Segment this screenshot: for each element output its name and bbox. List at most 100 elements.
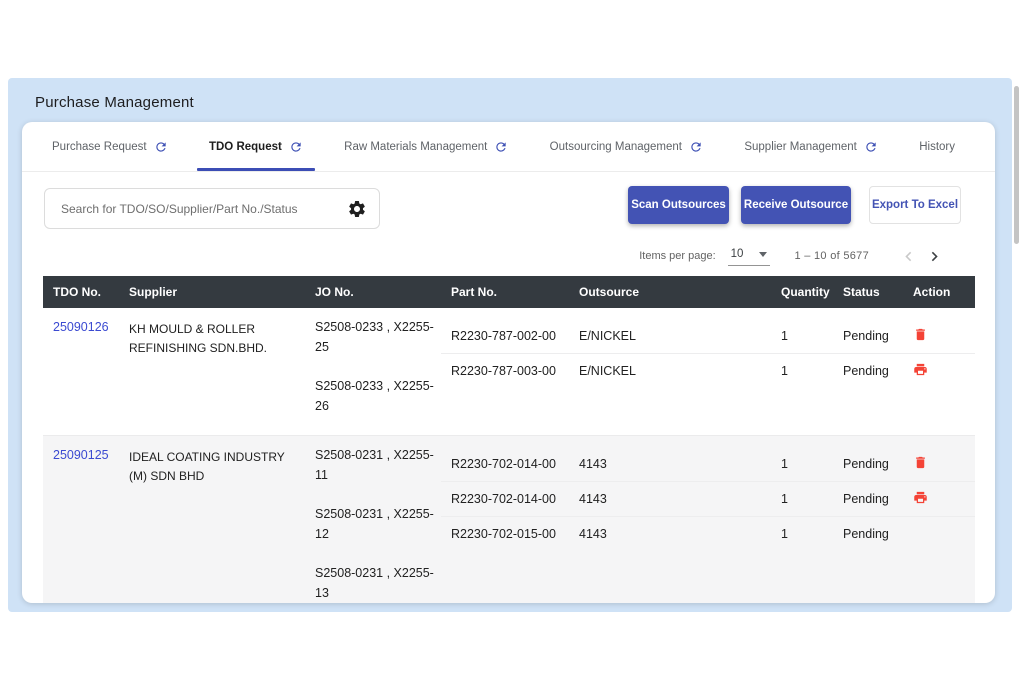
jo-no-entry: S2508-0231 , X2255-11	[315, 448, 434, 482]
items-per-page-value: 10	[730, 248, 744, 260]
content-card: Purchase Request TDO Request Raw Materia…	[22, 122, 995, 603]
action-cell	[897, 454, 975, 473]
jo-no-cell: S2508-0233 , X2255-25 S2508-0233 , X2255-…	[307, 308, 441, 435]
part-no-cell: R2230-702-014-00	[451, 456, 556, 471]
page-title: Purchase Management	[35, 94, 194, 111]
table-row: 25090126 KH MOULD & ROLLER REFINISHING S…	[43, 308, 975, 435]
column-header-tdo-no: TDO No.	[53, 285, 101, 299]
pagination: Items per page: 10 1 – 10 of 5677	[639, 243, 947, 269]
refresh-icon[interactable]	[689, 140, 703, 154]
part-row: R2230-787-003-00 E/NICKEL 1 Pending	[441, 353, 975, 388]
column-header-part-no: Part No.	[451, 285, 498, 299]
action-cell	[897, 362, 975, 381]
status-cell: Pending	[843, 527, 889, 541]
delete-icon[interactable]	[913, 326, 929, 342]
table-body: 25090126 KH MOULD & ROLLER REFINISHING S…	[43, 308, 975, 603]
chevron-right-icon[interactable]	[921, 243, 947, 269]
part-row: R2230-702-014-00 4143 1 Pending	[441, 481, 975, 516]
search-input[interactable]	[45, 189, 340, 228]
quantity-cell: 1	[781, 456, 788, 471]
tab-purchase-request[interactable]: Purchase Request	[52, 122, 168, 171]
jo-no-entry: S2508-0233 , X2255-25	[315, 320, 434, 354]
tab-bar: Purchase Request TDO Request Raw Materia…	[22, 122, 995, 172]
delete-icon[interactable]	[913, 454, 929, 470]
tdo-no-link[interactable]: 25090125	[53, 448, 109, 462]
status-cell: Pending	[843, 492, 889, 506]
column-header-quantity: Quantity	[781, 285, 830, 299]
column-header-supplier: Supplier	[129, 285, 178, 299]
active-tab-indicator	[196, 168, 315, 171]
tab-label: TDO Request	[208, 140, 282, 153]
refresh-icon[interactable]	[154, 140, 168, 154]
outsource-cell: 4143	[579, 456, 607, 471]
items-per-page-select[interactable]: 10	[727, 246, 771, 266]
vertical-scrollbar-thumb[interactable]	[1014, 86, 1019, 244]
status-cell: Pending	[843, 328, 889, 343]
column-header-status: Status	[843, 285, 880, 299]
tab-raw-materials-management[interactable]: Raw Materials Management	[344, 122, 508, 171]
part-row: R2230-787-002-00 E/NICKEL 1 Pending	[441, 318, 975, 353]
table-row: 25090125 IDEAL COATING INDUSTRY (M) SDN …	[43, 435, 975, 603]
column-header-action: Action	[913, 285, 951, 299]
supplier-cell: KH MOULD & ROLLER REFINISHING SDN.BHD.	[121, 308, 307, 435]
jo-no-entry: S2508-0233 , X2255-26	[315, 379, 434, 413]
app-window: Purchase Management Purchase Request TDO…	[0, 0, 1024, 683]
jo-no-entry: S2508-0231 , X2255-13	[315, 566, 434, 600]
app-background: Purchase Management Purchase Request TDO…	[8, 78, 1012, 612]
scan-outsources-button[interactable]: Scan Outsources	[628, 186, 729, 224]
export-to-excel-button[interactable]: Export To Excel	[869, 186, 961, 224]
tab-label: Supplier Management	[744, 140, 857, 153]
part-no-cell: R2230-787-002-00	[451, 328, 556, 343]
tdo-no-link[interactable]: 25090126	[53, 320, 109, 334]
refresh-icon[interactable]	[864, 140, 878, 154]
tab-label: Purchase Request	[52, 140, 147, 153]
outsource-cell: 4143	[579, 492, 607, 506]
quantity-cell: 1	[781, 527, 788, 541]
tdo-no-cell: 25090125	[43, 436, 121, 603]
supplier-name: KH MOULD & ROLLER REFINISHING SDN.BHD.	[129, 322, 268, 356]
outsource-cell: E/NICKEL	[579, 364, 636, 378]
parts-group: R2230-787-002-00 E/NICKEL 1 Pending R223…	[441, 308, 975, 435]
part-no-cell: R2230-787-003-00	[451, 364, 556, 378]
action-cell	[897, 490, 975, 509]
caret-down-icon	[759, 251, 768, 257]
parts-group: R2230-702-014-00 4143 1 Pending R2230-70…	[441, 436, 975, 603]
refresh-icon[interactable]	[494, 140, 508, 154]
column-header-outsource: Outsource	[579, 285, 640, 299]
search-box	[44, 188, 380, 229]
print-icon[interactable]	[913, 490, 929, 506]
jo-no-entry: S2508-0231 , X2255-12	[315, 507, 434, 541]
supplier-cell: IDEAL COATING INDUSTRY (M) SDN BHD	[121, 436, 307, 603]
tab-history[interactable]: History	[919, 122, 955, 171]
tab-outsourcing-management[interactable]: Outsourcing Management	[550, 122, 703, 171]
status-cell: Pending	[843, 456, 889, 471]
quantity-cell: 1	[781, 364, 788, 378]
receive-outsource-button[interactable]: Receive Outsource	[741, 186, 851, 224]
tab-label: Outsourcing Management	[549, 140, 682, 153]
tab-label: History	[919, 140, 955, 153]
print-icon[interactable]	[913, 362, 929, 378]
tab-supplier-management[interactable]: Supplier Management	[744, 122, 878, 171]
quantity-cell: 1	[781, 492, 788, 506]
pagination-range: 1 – 10 of 5677	[794, 250, 869, 262]
chevron-left-icon	[895, 243, 921, 269]
tab-label: Raw Materials Management	[344, 140, 488, 153]
part-no-cell: R2230-702-015-00	[451, 527, 556, 541]
status-cell: Pending	[843, 364, 889, 378]
action-cell	[897, 326, 975, 345]
tdo-no-cell: 25090126	[43, 308, 121, 435]
supplier-name: IDEAL COATING INDUSTRY (M) SDN BHD	[129, 450, 285, 484]
outsource-cell: 4143	[579, 527, 607, 541]
tdo-table: TDO No. Supplier JO No. Part No. Outsour…	[43, 276, 975, 603]
jo-no-cell: S2508-0231 , X2255-11 S2508-0231 , X2255-…	[307, 436, 441, 603]
outsource-cell: E/NICKEL	[579, 328, 636, 343]
part-row: R2230-702-014-00 4143 1 Pending	[441, 446, 975, 481]
settings-icon[interactable]	[347, 198, 368, 219]
part-no-cell: R2230-702-014-00	[451, 492, 556, 506]
refresh-icon[interactable]	[289, 140, 303, 154]
column-header-jo-no: JO No.	[315, 285, 354, 299]
tab-tdo-request[interactable]: TDO Request	[196, 122, 315, 171]
items-per-page-label: Items per page:	[639, 250, 716, 262]
part-row: R2230-702-015-00 4143 1 Pending	[441, 516, 975, 551]
table-header: TDO No. Supplier JO No. Part No. Outsour…	[43, 276, 975, 308]
